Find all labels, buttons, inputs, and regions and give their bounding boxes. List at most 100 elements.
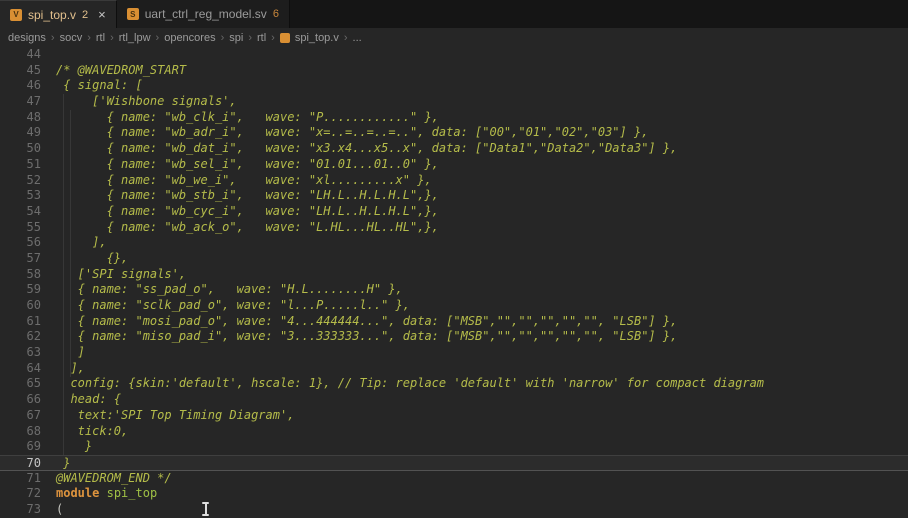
line-number[interactable]: 67 <box>0 408 41 424</box>
editor-row: 68 tick:0, <box>0 424 908 440</box>
line-number[interactable]: 44 <box>0 47 41 63</box>
line-number[interactable]: 66 <box>0 392 41 408</box>
editor-row: 65 config: {skin:'default', hscale: 1}, … <box>0 376 908 392</box>
code-line[interactable]: text:'SPI Top Timing Diagram', <box>41 408 294 424</box>
breadcrumb-item[interactable]: socv <box>60 32 83 44</box>
code-line[interactable]: } <box>41 456 70 470</box>
code-line[interactable]: head: { <box>41 392 121 408</box>
code-token-comment: head: { <box>56 392 121 406</box>
line-number[interactable]: 64 <box>0 361 41 377</box>
breadcrumb-item[interactable]: opencores <box>164 32 215 44</box>
editor-row: 66 head: { <box>0 392 908 408</box>
breadcrumb-item[interactable]: rtl_lpw <box>119 32 151 44</box>
editor-row: 60 { name: "sclk_pad_o", wave: "l...P...… <box>0 298 908 314</box>
code-line[interactable]: { name: "wb_we_i", wave: "xl.........x" … <box>41 173 432 189</box>
line-number[interactable]: 60 <box>0 298 41 314</box>
close-icon[interactable]: × <box>98 8 106 21</box>
code-line[interactable]: ( <box>41 502 63 518</box>
tab-problems-badge: 6 <box>273 8 279 20</box>
breadcrumb-item[interactable]: designs <box>8 32 46 44</box>
code-line[interactable]: /* @WAVEDROM_START <box>41 63 186 79</box>
code-token-plain <box>99 486 106 500</box>
code-line[interactable]: { name: "wb_cyc_i", wave: "LH.L..H.L.H.L… <box>41 204 439 220</box>
code-line[interactable]: module spi_top <box>41 486 157 502</box>
line-number[interactable]: 63 <box>0 345 41 361</box>
line-number[interactable]: 57 <box>0 251 41 267</box>
code-line[interactable]: config: {skin:'default', hscale: 1}, // … <box>41 376 764 392</box>
tab-spi-top[interactable]: V spi_top.v 2 × <box>0 0 117 28</box>
code-line[interactable]: { name: "wb_ack_o", wave: "L.HL...HL..HL… <box>41 220 439 236</box>
code-line[interactable]: { signal: [ <box>41 78 143 94</box>
editor-row: 56 ], <box>0 235 908 251</box>
line-number[interactable]: 61 <box>0 314 41 330</box>
line-number[interactable]: 70 <box>0 456 41 470</box>
code-line[interactable]: ['Wishbone signals', <box>41 94 237 110</box>
line-number[interactable]: 54 <box>0 204 41 220</box>
line-number[interactable]: 52 <box>0 173 41 189</box>
code-token-entity: spi_top <box>107 486 158 500</box>
code-line[interactable]: { name: "wb_dat_i", wave: "x3.x4...x5..x… <box>41 141 677 157</box>
code-line[interactable] <box>41 47 56 63</box>
code-line[interactable]: ], <box>41 361 85 377</box>
line-number[interactable]: 51 <box>0 157 41 173</box>
code-line[interactable]: {}, <box>41 251 128 267</box>
breadcrumb-item[interactable]: rtl <box>257 32 266 44</box>
line-number[interactable]: 69 <box>0 439 41 455</box>
line-number[interactable]: 55 <box>0 220 41 236</box>
code-line[interactable]: ] <box>41 345 85 361</box>
breadcrumb-separator-icon: › <box>51 32 55 44</box>
breadcrumb-item[interactable]: spi <box>229 32 243 44</box>
breadcrumb-separator-icon: › <box>271 32 275 44</box>
line-number[interactable]: 46 <box>0 78 41 94</box>
tab-uart-ctrl-reg-model[interactable]: S uart_ctrl_reg_model.sv 6 <box>117 0 290 28</box>
line-number[interactable]: 50 <box>0 141 41 157</box>
line-number[interactable]: 47 <box>0 94 41 110</box>
code-line[interactable]: @WAVEDROM_END */ <box>41 471 172 487</box>
editor-rows: 4445/* @WAVEDROM_START46 { signal: [47 [… <box>0 47 908 518</box>
line-number[interactable]: 59 <box>0 282 41 298</box>
line-number[interactable]: 56 <box>0 235 41 251</box>
editor-row: 67 text:'SPI Top Timing Diagram', <box>0 408 908 424</box>
code-token-comment: @WAVEDROM_END */ <box>56 471 172 485</box>
code-line[interactable]: { name: "wb_sel_i", wave: "01.01...01..0… <box>41 157 439 173</box>
editor-row: 49 { name: "wb_adr_i", wave: "x=..=..=..… <box>0 125 908 141</box>
code-line[interactable]: { name: "miso_pad_i", wave: "3...333333.… <box>41 329 677 345</box>
line-number[interactable]: 62 <box>0 329 41 345</box>
breadcrumb-item[interactable]: ... <box>353 32 362 44</box>
breadcrumb-item[interactable]: rtl <box>96 32 105 44</box>
editor[interactable]: 4445/* @WAVEDROM_START46 { signal: [47 [… <box>0 47 908 518</box>
editor-row-current: 70 } <box>0 455 908 471</box>
code-line[interactable]: ], <box>41 235 107 251</box>
line-number[interactable]: 71 <box>0 471 41 487</box>
code-line[interactable]: } <box>41 439 92 455</box>
editor-row: 64 ], <box>0 361 908 377</box>
code-token-comment: /* @WAVEDROM_START <box>56 63 186 77</box>
editor-row: 62 { name: "miso_pad_i", wave: "3...3333… <box>0 329 908 345</box>
breadcrumb-separator-icon: › <box>221 32 225 44</box>
code-line[interactable]: ['SPI signals', <box>41 267 186 283</box>
tab-bar: V spi_top.v 2 × S uart_ctrl_reg_model.sv… <box>0 0 908 28</box>
line-number[interactable]: 73 <box>0 502 41 518</box>
code-line[interactable]: { name: "sclk_pad_o", wave: "l...P.....l… <box>41 298 410 314</box>
code-token-comment: config: {skin:'default', hscale: 1}, // … <box>56 376 764 390</box>
code-token-comment: { name: "wb_clk_i", wave: "P............… <box>56 110 439 124</box>
code-line[interactable]: { name: "wb_adr_i", wave: "x=..=..=..=..… <box>41 125 648 141</box>
line-number[interactable]: 65 <box>0 376 41 392</box>
code-token-comment: { name: "wb_we_i", wave: "xl.........x" … <box>56 173 432 187</box>
line-number[interactable]: 48 <box>0 110 41 126</box>
code-line[interactable]: { name: "wb_clk_i", wave: "P............… <box>41 110 439 126</box>
code-line[interactable]: { name: "wb_stb_i", wave: "LH.L..H.L.H.L… <box>41 188 439 204</box>
line-number[interactable]: 53 <box>0 188 41 204</box>
line-number[interactable]: 49 <box>0 125 41 141</box>
line-number[interactable]: 45 <box>0 63 41 79</box>
line-number[interactable]: 58 <box>0 267 41 283</box>
line-number[interactable]: 68 <box>0 424 41 440</box>
breadcrumb-item[interactable]: spi_top.v <box>295 32 339 44</box>
line-number[interactable]: 72 <box>0 486 41 502</box>
code-line[interactable]: { name: "mosi_pad_o", wave: "4...444444.… <box>41 314 677 330</box>
editor-row: 46 { signal: [ <box>0 78 908 94</box>
code-token-comment: ], <box>56 235 107 249</box>
code-line[interactable]: tick:0, <box>41 424 128 440</box>
code-line[interactable]: { name: "ss_pad_o", wave: "H.L........H"… <box>41 282 403 298</box>
editor-row: 73( <box>0 502 908 518</box>
